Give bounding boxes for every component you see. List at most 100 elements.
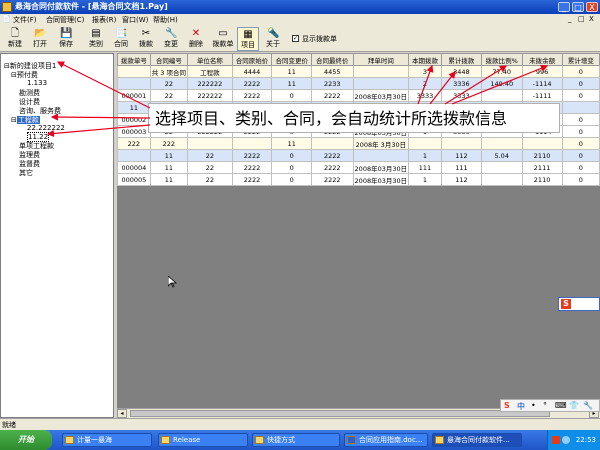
taskbar-item-5[interactable]: 悬海合同付款软件... xyxy=(432,433,522,447)
taskbar-item-4[interactable]: 合同应用指南.doc... xyxy=(344,433,428,447)
table-cell[interactable] xyxy=(440,137,482,150)
table-cell[interactable] xyxy=(408,137,442,150)
table-cell[interactable]: 0 xyxy=(561,77,600,90)
table-cell[interactable]: 2222 xyxy=(231,77,273,90)
contract-button[interactable]: 📑 合同 xyxy=(110,27,132,51)
table-cell[interactable]: 22 xyxy=(149,77,188,90)
table-cell[interactable]: 112 xyxy=(440,149,482,162)
table-row[interactable]: 222 222 11 2008年 3月30日 0 xyxy=(117,137,600,150)
table-cell[interactable]: 0 xyxy=(271,173,313,186)
table-cell[interactable] xyxy=(561,101,600,114)
table-cell[interactable] xyxy=(352,65,410,78)
table-cell[interactable] xyxy=(311,137,354,150)
table-cell[interactable] xyxy=(480,173,523,186)
table-cell[interactable]: 112 xyxy=(440,173,482,186)
table-cell[interactable] xyxy=(480,161,523,174)
table-cell[interactable]: 149.40 xyxy=(480,77,523,90)
table-cell[interactable]: 11 xyxy=(149,149,188,162)
table-cell[interactable]: 1 xyxy=(408,149,442,162)
table-cell[interactable] xyxy=(480,89,523,102)
table-cell[interactable] xyxy=(117,149,151,162)
table-cell[interactable]: 2008年 3月30日 xyxy=(352,137,410,150)
table-row[interactable]: 11 22 2222 0 2222 1 112 5.04 2110 0 xyxy=(117,149,600,162)
table-cell[interactable]: 11 xyxy=(271,137,313,150)
change-button[interactable]: 🔧 变更 xyxy=(160,27,182,51)
tree-expander-icon[interactable]: ⊟ xyxy=(11,116,17,124)
payment-button[interactable]: ✂ 拨款 xyxy=(135,27,157,51)
table-cell[interactable]: 2110 xyxy=(521,149,563,162)
delete-button[interactable]: ✕ 删除 xyxy=(185,27,207,51)
column-header[interactable]: 累计拨款 xyxy=(440,53,482,66)
table-cell[interactable]: 22 xyxy=(186,173,233,186)
table-cell[interactable]: 共 3 项合同 xyxy=(149,65,188,78)
column-header[interactable]: 合同最终价 xyxy=(311,53,354,66)
table-row[interactable]: 000005 11 22 2222 0 2222 2008年03月30日 1 112 2110 0 xyxy=(117,173,600,186)
taskbar-item-1[interactable]: 计量一悬海 xyxy=(62,433,152,447)
mdi-restore-button[interactable]: □ xyxy=(578,15,585,23)
table-cell[interactable] xyxy=(480,137,523,150)
table-cell[interactable] xyxy=(117,77,151,90)
new-button[interactable]: 🗋 新建 xyxy=(4,27,26,51)
title-bar[interactable]: 悬海合同付款软件 - [悬海合同文档1.Pay] _ □ X xyxy=(0,0,600,14)
table-cell[interactable]: 2222 xyxy=(311,161,354,174)
table-cell[interactable]: 3 xyxy=(408,65,442,78)
project-button[interactable]: ▦ 项目 xyxy=(237,27,259,51)
table-cell[interactable]: 77.40 xyxy=(480,65,523,78)
tree-node-22-222222[interactable]: 22.222222 xyxy=(27,124,65,132)
column-header[interactable]: 单位名称 xyxy=(186,53,233,66)
minimize-button[interactable]: _ xyxy=(558,2,570,12)
taskbar-item-3[interactable]: 快捷方式 xyxy=(252,433,340,447)
tree-node-1-133[interactable]: 1.133 xyxy=(27,79,47,87)
save-button[interactable]: 💾 保存 xyxy=(55,27,77,51)
table-cell[interactable]: 0 xyxy=(561,137,600,150)
tree-node-engineering[interactable]: 工程款 xyxy=(16,116,40,124)
maximize-button[interactable]: □ xyxy=(572,2,584,12)
category-button[interactable]: ▤ 类别 xyxy=(85,27,107,51)
table-cell[interactable]: 2233 xyxy=(311,77,354,90)
menu-help[interactable]: 帮助(H) xyxy=(153,15,178,25)
table-cell[interactable]: 2222 xyxy=(311,89,354,102)
table-cell[interactable]: 2 xyxy=(408,77,442,90)
table-cell[interactable]: 2110 xyxy=(521,173,563,186)
table-cell[interactable] xyxy=(521,137,563,150)
table-row[interactable]: 共 3 项合同 工程款 4444 11 4455 3 3448 77.40 996 0 xyxy=(117,65,600,78)
tray-network-icon[interactable] xyxy=(562,436,570,444)
table-cell[interactable]: 000005 xyxy=(117,173,151,186)
table-cell[interactable]: 222222 xyxy=(186,77,233,90)
column-header[interactable]: 拨款单号 xyxy=(117,53,151,66)
table-cell[interactable]: 3333 xyxy=(440,89,482,102)
table-cell[interactable]: -1111 xyxy=(521,89,563,102)
start-button[interactable]: 开始 xyxy=(0,430,52,450)
table-cell[interactable]: 3336 xyxy=(440,77,482,90)
table-cell[interactable]: 000004 xyxy=(117,161,151,174)
table-cell[interactable]: 2222 xyxy=(231,89,273,102)
table-cell[interactable]: 2008年03月30日 xyxy=(352,89,410,102)
scroll-left-icon[interactable]: ◂ xyxy=(117,409,127,418)
scroll-thumb[interactable] xyxy=(130,410,550,417)
ime-tools-icon[interactable]: 🔧 xyxy=(583,401,593,410)
table-cell[interactable]: 3448 xyxy=(440,65,482,78)
table-cell[interactable]: 000003 xyxy=(117,125,151,138)
ime-chinese-mode[interactable]: 中 xyxy=(517,401,525,412)
tree-node-other[interactable]: 其它 xyxy=(19,168,33,178)
table-cell[interactable]: 11 xyxy=(117,101,151,114)
table-cell[interactable]: 222222 xyxy=(186,89,233,102)
show-slip-checkbox[interactable]: ✓ xyxy=(292,35,299,42)
column-header[interactable]: 合同编号 xyxy=(149,53,188,66)
menu-report[interactable]: 报表(R) xyxy=(92,15,116,25)
table-cell[interactable]: 000001 xyxy=(117,89,151,102)
payment-slip-button[interactable]: ▭ 拨款单 xyxy=(210,27,236,51)
table-row[interactable]: 000004 11 22 2222 0 2222 2008年03月30日 111 111 2111… xyxy=(117,161,600,174)
table-cell[interactable] xyxy=(352,77,410,90)
table-cell[interactable]: 0 xyxy=(271,149,313,162)
table-cell[interactable] xyxy=(117,65,151,78)
table-cell[interactable]: 2008年03月30日 xyxy=(352,161,410,174)
table-cell[interactable]: 0 xyxy=(561,149,600,162)
table-row[interactable]: 000001 22 222222 2222 0 2222 2008年03月30日 3333 33… xyxy=(117,89,600,102)
table-cell[interactable] xyxy=(231,137,273,150)
column-header[interactable]: 拨款比例% xyxy=(480,53,523,66)
table-cell[interactable]: 0 xyxy=(561,125,600,138)
menu-file[interactable]: 文件(F) xyxy=(13,15,37,25)
table-cell[interactable]: 2111 xyxy=(521,161,563,174)
table-cell[interactable]: 4455 xyxy=(311,65,354,78)
